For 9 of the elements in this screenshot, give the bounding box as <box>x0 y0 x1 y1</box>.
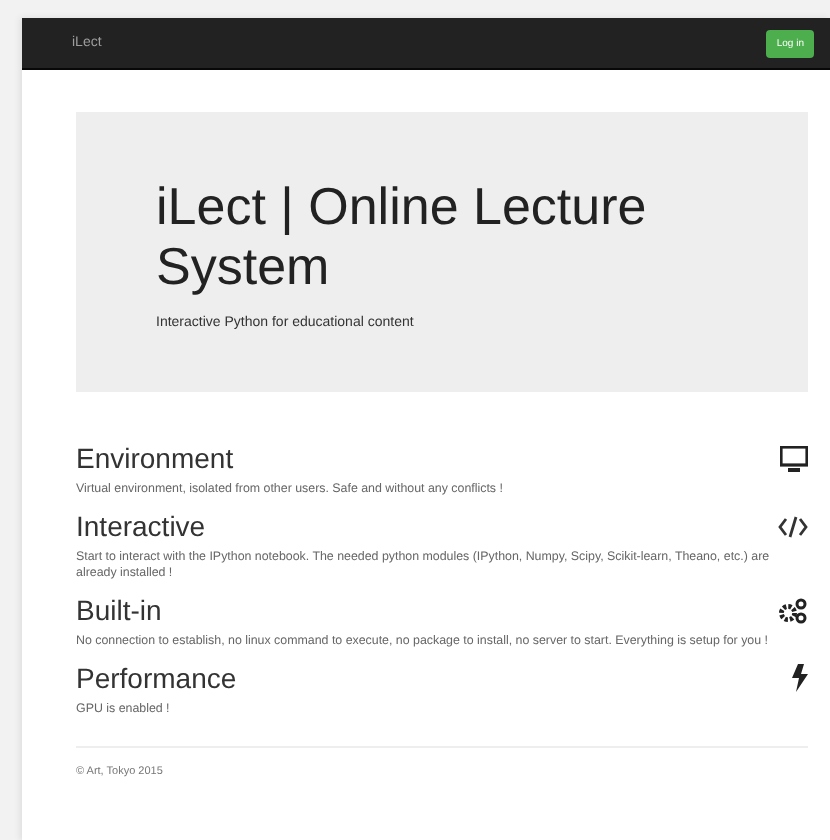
monitor-icon <box>780 445 808 471</box>
feature-title: Interactive <box>76 510 206 542</box>
code-icon <box>778 515 808 537</box>
feature-title: Built-in <box>76 594 162 626</box>
page-title: iLect | Online Lecture System <box>156 175 649 295</box>
feature-title: Environment <box>76 442 234 474</box>
feature-title: Performance <box>76 662 237 694</box>
gears-icon <box>778 597 808 623</box>
bolt-icon <box>792 664 808 692</box>
